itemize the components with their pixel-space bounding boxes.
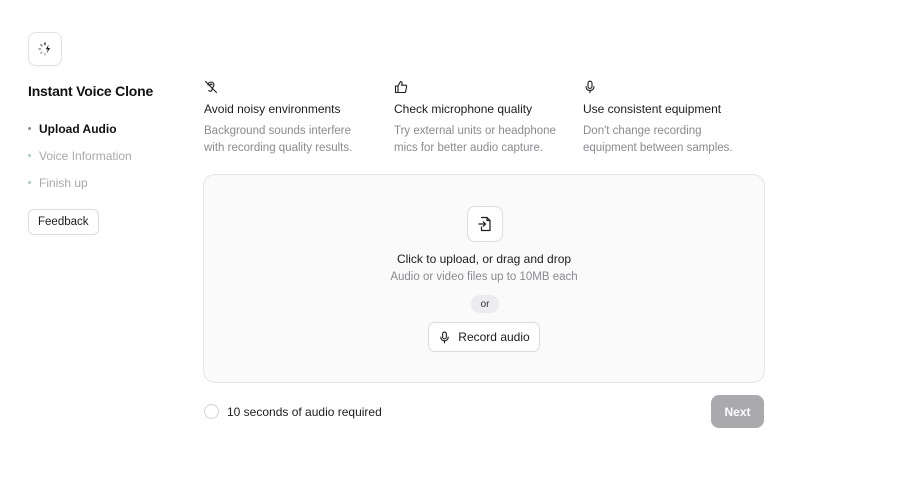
record-audio-button[interactable]: Record audio (428, 322, 540, 352)
loading-bolt-icon (38, 42, 51, 56)
next-button[interactable]: Next (711, 395, 764, 428)
or-divider: or (471, 295, 499, 313)
progress-circle-icon (204, 404, 219, 419)
tip-title: Check microphone quality (394, 102, 533, 116)
app-logo (28, 32, 62, 66)
page-title: Instant Voice Clone (28, 83, 154, 99)
step-label: Finish up (39, 175, 88, 190)
file-import-icon (478, 216, 491, 232)
tip-noisy-environments: Avoid noisy environments Background soun… (204, 80, 379, 157)
step-upload-audio: Upload Audio (28, 115, 132, 142)
step-label: Upload Audio (39, 121, 117, 136)
step-dot (28, 127, 31, 130)
feedback-button[interactable]: Feedback (28, 209, 99, 235)
upload-dropzone[interactable]: Click to upload, or drag and drop Audio … (203, 174, 765, 383)
step-dot (28, 154, 31, 157)
step-list: Upload Audio Voice Information Finish up (28, 115, 132, 196)
tip-description-line: Try external units or headphone (394, 125, 556, 137)
ear-off-icon (204, 80, 218, 94)
microphone-icon (585, 80, 595, 94)
step-dot (28, 181, 31, 184)
tip-description-line: Background sounds interfere (204, 125, 352, 137)
audio-requirement: 10 seconds of audio required (204, 404, 382, 419)
step-label: Voice Information (39, 148, 132, 163)
upload-title: Click to upload, or drag and drop (396, 252, 572, 266)
microphone-icon (440, 331, 450, 343)
tip-description-line: mics for better audio capture. (394, 142, 543, 154)
record-audio-label: Record audio (458, 330, 530, 344)
tip-title: Avoid noisy environments (204, 102, 341, 116)
tip-microphone-quality: Check microphone quality Try external un… (394, 80, 569, 157)
requirement-label: 10 seconds of audio required (227, 404, 382, 419)
tip-title: Use consistent equipment (583, 102, 722, 116)
tip-description-line: Don't change recording (583, 125, 702, 137)
upload-file-button[interactable] (467, 206, 503, 242)
upload-subtitle: Audio or video files up to 10MB each (390, 271, 578, 283)
tip-description-line: with recording quality results. (204, 142, 353, 154)
step-voice-information: Voice Information (28, 142, 132, 169)
thumbs-up-icon (394, 80, 408, 94)
tip-consistent-equipment: Use consistent equipment Don't change re… (583, 80, 758, 157)
step-finish-up: Finish up (28, 169, 132, 196)
tip-description-line: equipment between samples. (583, 142, 733, 154)
